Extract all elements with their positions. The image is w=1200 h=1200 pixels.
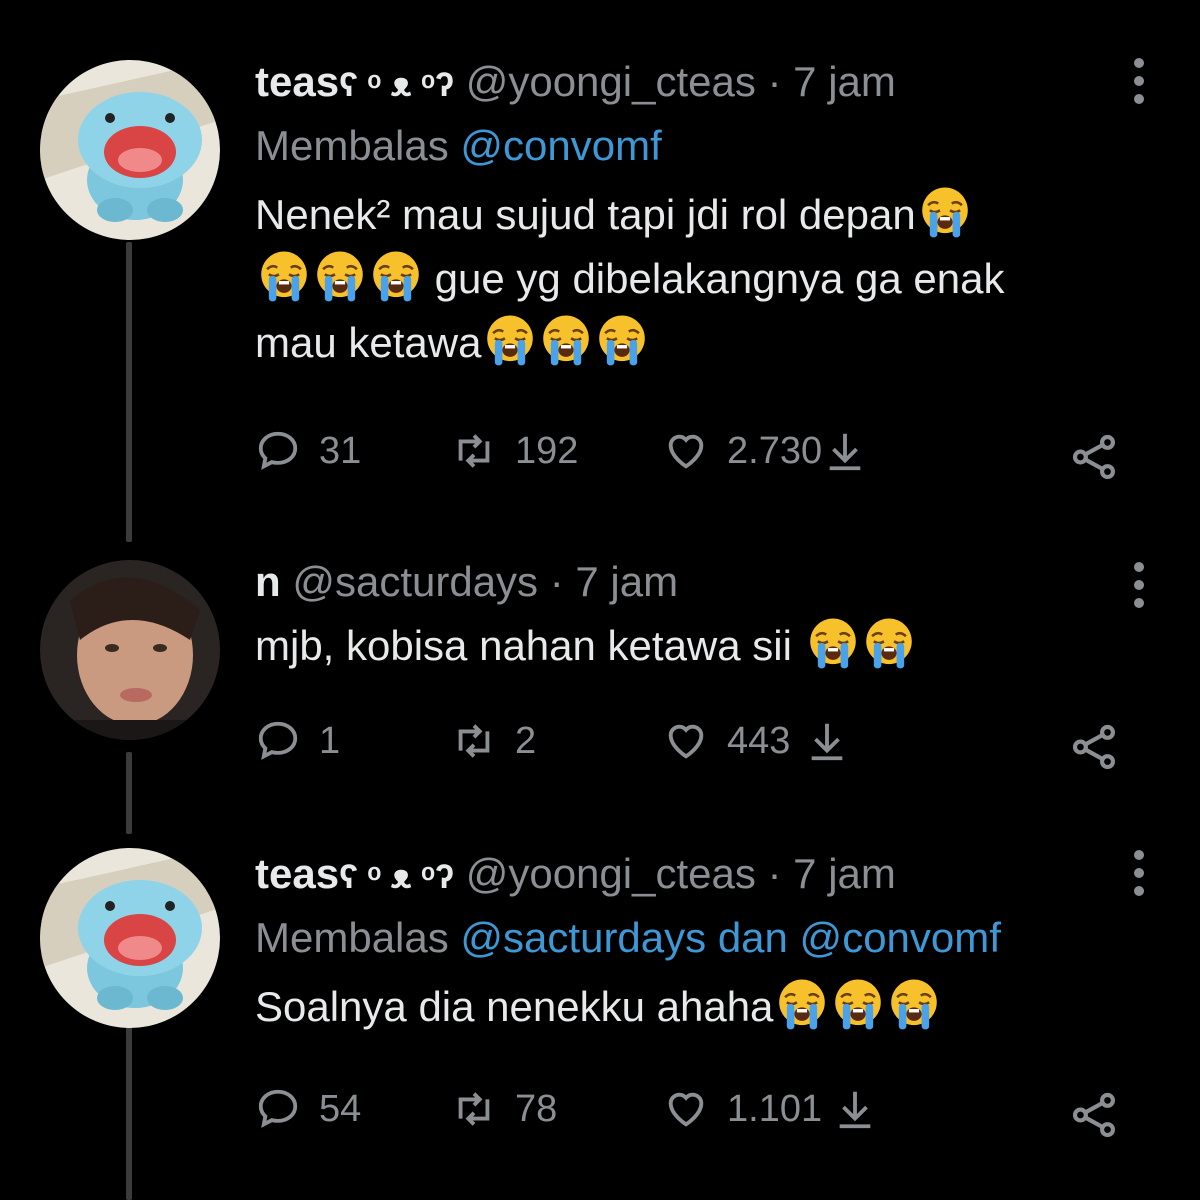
action-bar: 1 2 443	[255, 718, 1120, 778]
thread-line	[126, 242, 132, 542]
like-button[interactable]: 443	[663, 718, 850, 764]
reply-count: 54	[319, 1087, 362, 1130]
display-name[interactable]: n	[255, 558, 281, 605]
tweet-text-line: Nenek² mau sujud tapi jdi rol depan	[255, 191, 916, 238]
display-name-decoration: ʕ ᵒ ᴥ ᵒʔ	[339, 66, 455, 104]
loudly-crying-face-icon	[539, 313, 593, 367]
user-handle[interactable]: @yoongi_cteas	[466, 850, 756, 897]
retweet-icon	[458, 724, 490, 758]
reply-count: 31	[319, 429, 362, 472]
user-handle[interactable]: @yoongi_cteas	[466, 58, 756, 105]
timestamp[interactable]: · 7 jam	[768, 58, 896, 105]
tweet-text: Soalnya dia nenekku ahaha	[255, 975, 1120, 1039]
tweet-header: teasʕ ᵒ ᴥ ᵒʔ @yoongi_cteas · 7 jam	[255, 848, 1120, 903]
download-arrow-icon[interactable]	[804, 718, 850, 764]
reply-count: 1	[319, 719, 341, 762]
avatar[interactable]	[40, 60, 220, 240]
tweet-text-line: mjb, kobisa nahan ketawa sii	[255, 622, 792, 669]
retweet-count: 192	[515, 429, 579, 472]
tweet-text: mjb, kobisa nahan ketawa sii	[255, 614, 1120, 678]
thread-line	[126, 752, 132, 834]
replying-to: Membalas @convomf	[255, 115, 1120, 177]
loudly-crying-face-icon	[483, 313, 537, 367]
avatar[interactable]	[40, 560, 220, 740]
loudly-crying-face-icon	[918, 185, 972, 239]
replying-prefix: Membalas	[255, 914, 449, 961]
reply-button[interactable]: 31	[255, 428, 361, 474]
tweet-text-line: Soalnya dia nenekku ahaha	[255, 983, 774, 1030]
retweet-icon	[458, 1092, 490, 1126]
loudly-crying-face-icon	[313, 249, 367, 303]
avatar[interactable]	[40, 848, 220, 1028]
mention-link[interactable]: @convomf	[460, 122, 661, 169]
reply-bubble-icon	[258, 1089, 298, 1128]
share-button[interactable]	[1070, 1090, 1120, 1140]
action-bar: 31 192 2.730	[255, 428, 1120, 488]
like-button[interactable]: 2.730	[663, 428, 868, 474]
download-arrow-icon[interactable]	[832, 1086, 878, 1132]
more-options-icon[interactable]	[1134, 58, 1146, 104]
like-count: 2.730	[727, 429, 823, 472]
user-handle[interactable]: @sacturdays	[292, 558, 538, 605]
share-button[interactable]	[1070, 722, 1120, 772]
tweet-text-line: gue yg dibelakangnya ga enak	[434, 255, 1005, 302]
tweet-text-line: mau ketawa	[255, 319, 482, 366]
share-icon	[1072, 724, 1115, 770]
display-name[interactable]: teas	[255, 58, 339, 105]
mention-link[interactable]: @sacturdays dan @convomf	[460, 914, 1001, 961]
loudly-crying-face-icon	[775, 977, 829, 1031]
share-icon	[1072, 1092, 1115, 1138]
retweet-button[interactable]: 2	[451, 718, 536, 764]
retweet-button[interactable]: 78	[451, 1086, 557, 1132]
retweet-icon	[458, 434, 490, 468]
loudly-crying-face-icon	[862, 616, 916, 670]
tweet-header: teasʕ ᵒ ᴥ ᵒʔ @yoongi_cteas · 7 jam	[255, 56, 1120, 111]
like-count: 443	[727, 719, 791, 762]
more-options-icon[interactable]	[1134, 850, 1146, 896]
heart-icon	[668, 434, 704, 469]
action-bar: 54 78 1.101	[255, 1086, 1120, 1146]
loudly-crying-face-icon	[831, 977, 885, 1031]
loudly-crying-face-icon	[887, 977, 941, 1031]
retweet-button[interactable]: 192	[451, 428, 578, 474]
more-options-icon[interactable]	[1134, 562, 1146, 608]
retweet-count: 2	[515, 719, 537, 762]
reply-bubble-icon	[258, 721, 298, 760]
retweet-count: 78	[515, 1087, 558, 1130]
download-arrow-icon[interactable]	[822, 428, 868, 474]
replying-to: Membalas @sacturdays dan @convomf	[255, 907, 1120, 969]
loudly-crying-face-icon	[257, 249, 311, 303]
replying-prefix: Membalas	[255, 122, 449, 169]
heart-icon	[668, 724, 704, 759]
loudly-crying-face-icon	[806, 616, 860, 670]
timestamp[interactable]: · 7 jam	[768, 850, 896, 897]
loudly-crying-face-icon	[369, 249, 423, 303]
tweet-text: Nenek² mau sujud tapi jdi rol depan gue …	[255, 183, 1120, 375]
like-count: 1.101	[727, 1087, 823, 1130]
share-button[interactable]	[1070, 432, 1120, 482]
reply-button[interactable]: 54	[255, 1086, 361, 1132]
share-icon	[1072, 434, 1115, 480]
reply-button[interactable]: 1	[255, 718, 340, 764]
like-button[interactable]: 1.101	[663, 1086, 878, 1132]
timestamp[interactable]: · 7 jam	[550, 558, 678, 605]
display-name[interactable]: teas	[255, 850, 339, 897]
reply-bubble-icon	[258, 431, 298, 470]
thread-line	[126, 1022, 132, 1200]
tweet-header: n @sacturdays · 7 jam	[255, 556, 1120, 608]
heart-icon	[668, 1092, 704, 1127]
display-name-decoration: ʕ ᵒ ᴥ ᵒʔ	[339, 858, 455, 896]
loudly-crying-face-icon	[595, 313, 649, 367]
